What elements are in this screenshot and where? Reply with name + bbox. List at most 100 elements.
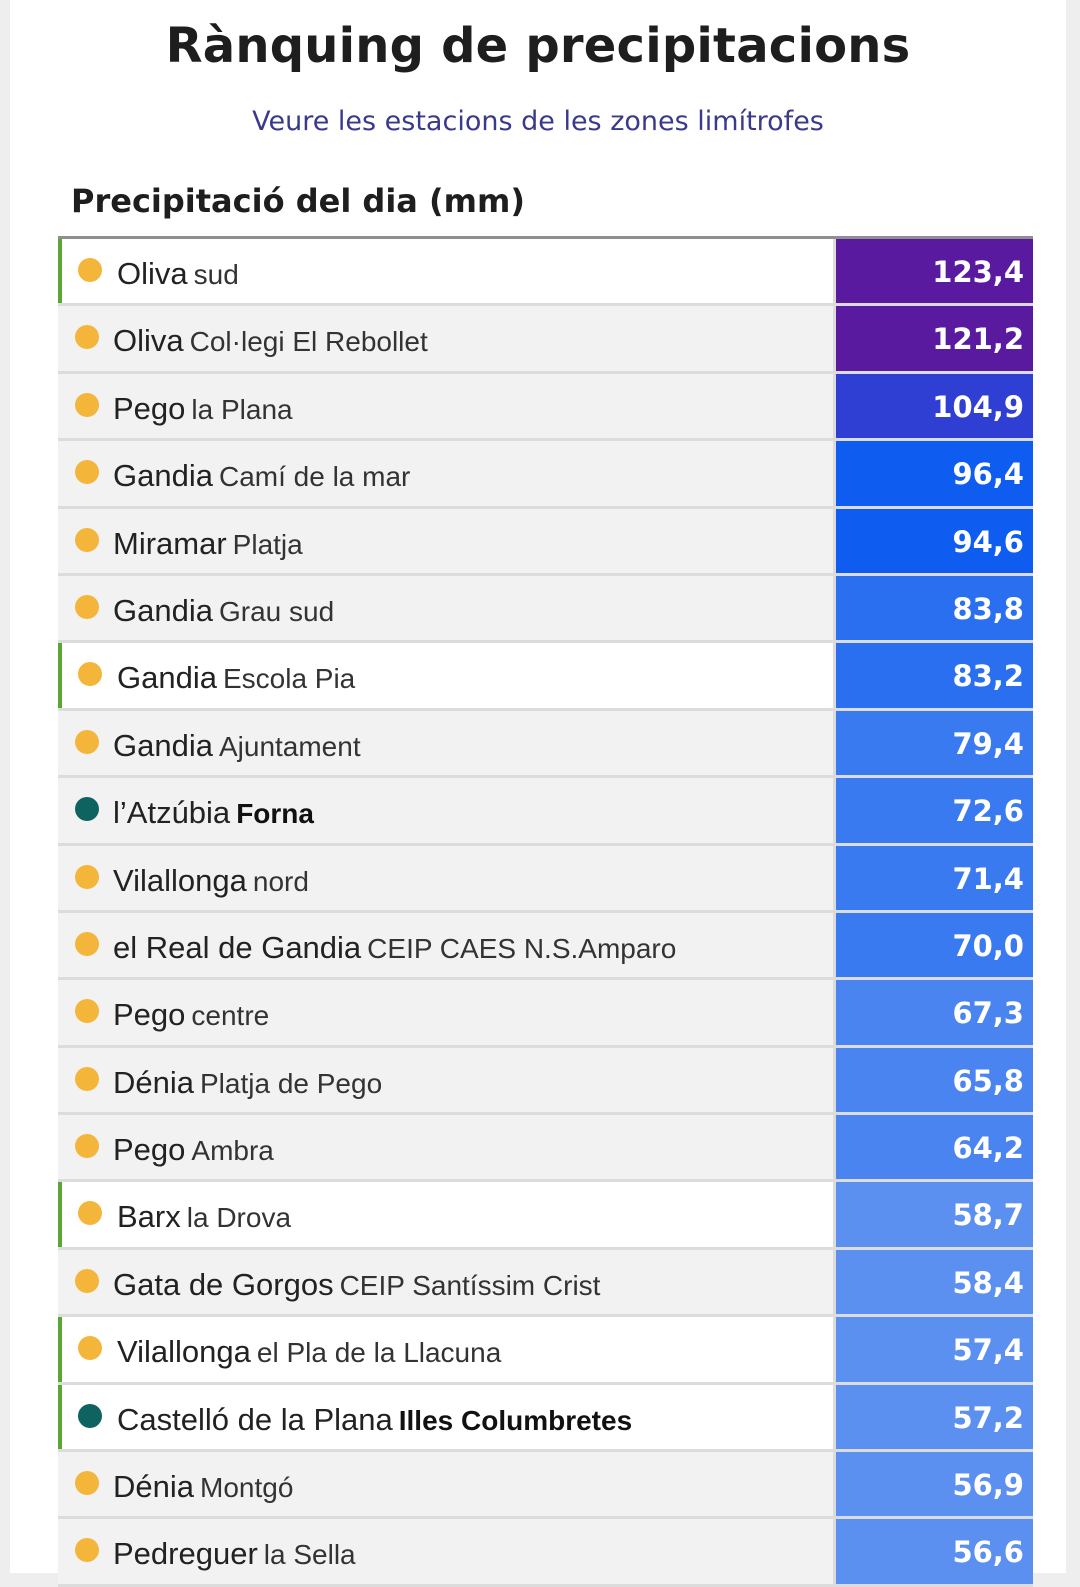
station-network-dot-orange-icon <box>75 527 99 552</box>
station-row[interactable]: Vilallonga el Pla de la Llacuna 57,4 <box>58 1317 1033 1385</box>
station-town: Oliva <box>113 323 184 359</box>
precipitation-value: 83,2 <box>836 643 1033 708</box>
station-place: Platja <box>232 528 303 560</box>
precipitation-value: 96,4 <box>836 441 1033 506</box>
station-network-dot-orange-icon <box>75 594 99 619</box>
station-name: Dénia Platja de Pego <box>113 1065 382 1101</box>
station-network-dot-orange-icon <box>75 999 99 1024</box>
ranking-table: Oliva sud 123,4 Oliva Col·legi El Rebollet 12… <box>58 236 1033 1587</box>
station-network-dot-teal-icon <box>75 797 99 822</box>
page-title: Rànquing de precipitacions <box>165 18 911 74</box>
station-place: la Sella <box>263 1539 356 1571</box>
station-row[interactable]: Dénia Platja de Pego 65,8 <box>58 1047 1033 1116</box>
precipitation-value: 58,4 <box>836 1249 1033 1315</box>
station-place: nord <box>252 865 309 897</box>
station-name: Gandia Camí de la mar <box>113 458 410 494</box>
station-name: Castelló de la Plana Illes Columbretes <box>117 1402 632 1438</box>
station-network-dot-orange-icon <box>78 662 102 687</box>
station-row[interactable]: Gandia Escola Pia 83,2 <box>58 643 1033 711</box>
station-network-dot-orange-icon <box>75 931 99 956</box>
station-place: centre <box>191 1000 270 1032</box>
station-row[interactable]: Dénia Montgó 56,9 <box>58 1452 1033 1520</box>
station-name: Vilallonga nord <box>113 863 309 899</box>
station-row[interactable]: Barx la Drova 58,7 <box>58 1182 1033 1250</box>
station-row[interactable]: Vilallonga nord 71,4 <box>58 845 1033 913</box>
station-network-dot-orange-icon <box>75 460 99 485</box>
station-town: Miramar <box>113 525 227 561</box>
station-cell: Dénia Platja de Pego <box>58 1047 836 1113</box>
station-cell: Gandia Ajuntament <box>58 710 836 776</box>
station-row[interactable]: Pego Ambra 64,2 <box>58 1115 1033 1183</box>
station-town: Barx <box>117 1199 181 1235</box>
station-row[interactable]: Gandia Ajuntament 79,4 <box>58 710 1033 779</box>
station-name: Gata de Gorgos CEIP Santíssim Crist <box>113 1267 600 1303</box>
station-row[interactable]: Pego la Plana 104,9 <box>58 373 1033 442</box>
neighbouring-zones-link[interactable]: Veure les estacions de les zones limítro… <box>10 106 1066 137</box>
station-town: Vilallonga <box>113 862 247 898</box>
station-row[interactable]: Gata de Gorgos CEIP Santíssim Crist 58,4 <box>58 1249 1033 1318</box>
station-name: el Real de Gandia CEIP CAES N.S.Amparo <box>113 930 676 966</box>
precipitation-value: 67,3 <box>836 980 1033 1045</box>
station-town: Dénia <box>113 1064 194 1100</box>
ranking-card: Rànquing de precipitacions Veure les est… <box>10 0 1066 1587</box>
station-name: Gandia Grau sud <box>113 593 334 629</box>
station-network-dot-orange-icon <box>75 1471 99 1496</box>
precipitation-value: 121,2 <box>836 306 1033 371</box>
station-town: Oliva <box>117 256 188 291</box>
station-network-dot-orange-icon <box>75 864 99 889</box>
station-cell: Barx la Drova <box>58 1182 836 1247</box>
station-place: CEIP CAES N.S.Amparo <box>367 932 677 964</box>
station-place: CEIP Santíssim Crist <box>339 1269 601 1301</box>
station-row[interactable]: Pego centre 67,3 <box>58 980 1033 1048</box>
station-cell: Gandia Camí de la mar <box>58 441 836 506</box>
precipitation-value: 79,4 <box>836 710 1033 776</box>
station-row[interactable]: Oliva Col·legi El Rebollet 121,2 <box>58 306 1033 374</box>
station-row[interactable]: Oliva sud 123,4 <box>58 239 1033 307</box>
station-cell: Pego la Plana <box>58 373 836 439</box>
station-row[interactable]: el Real de Gandia CEIP CAES N.S.Amparo 70,… <box>58 912 1033 981</box>
station-network-dot-teal-icon <box>78 1403 102 1428</box>
station-place: el Pla de la Llacuna <box>256 1337 502 1369</box>
station-cell: Miramar Platja <box>58 508 836 573</box>
station-place: Col·legi El Rebollet <box>189 326 428 358</box>
station-place: sud <box>193 259 239 290</box>
station-network-dot-orange-icon <box>75 392 99 417</box>
station-town: Castelló de la Plana <box>117 1401 393 1437</box>
station-row[interactable]: l’Atzúbia Forna 72,6 <box>58 778 1033 846</box>
station-town: el Real de Gandia <box>113 929 362 965</box>
station-name: Pego centre <box>113 997 269 1033</box>
station-network-dot-orange-icon <box>78 258 102 282</box>
station-row[interactable]: Gandia Camí de la mar 96,4 <box>58 441 1033 509</box>
precipitation-value: 104,9 <box>836 373 1033 439</box>
station-network-dot-orange-icon <box>75 1066 99 1091</box>
station-name: Oliva Col·legi El Rebollet <box>113 323 428 359</box>
precipitation-value: 57,4 <box>836 1317 1033 1382</box>
precipitation-value: 72,6 <box>836 778 1033 843</box>
station-cell: Pego Ambra <box>58 1115 836 1180</box>
station-town: Dénia <box>113 1469 194 1505</box>
station-cell: Gandia Grau sud <box>58 575 836 641</box>
precipitation-value: 65,8 <box>836 1047 1033 1113</box>
station-cell: Dénia Montgó <box>58 1452 836 1517</box>
station-town: Gandia <box>113 458 213 494</box>
station-place: Platja de Pego <box>200 1067 383 1099</box>
precipitation-value: 64,2 <box>836 1115 1033 1180</box>
station-network-dot-orange-icon <box>75 1134 99 1159</box>
station-network-dot-orange-icon <box>78 1201 102 1226</box>
station-row[interactable]: Castelló de la Plana Illes Columbretes 57,… <box>58 1384 1033 1453</box>
precipitation-value: 83,8 <box>836 575 1033 641</box>
station-row[interactable]: Miramar Platja 94,6 <box>58 508 1033 576</box>
station-row[interactable]: Pedreguer la Sella 56,6 <box>58 1519 1033 1587</box>
station-row[interactable]: Gandia Grau sud 83,8 <box>58 575 1033 644</box>
station-cell: Gandia Escola Pia <box>58 643 836 708</box>
station-cell: Oliva sud <box>58 239 836 304</box>
station-cell: Pedreguer la Sella <box>58 1519 836 1584</box>
precipitation-value: 56,9 <box>836 1452 1033 1517</box>
station-cell: Oliva Col·legi El Rebollet <box>58 306 836 371</box>
station-cell: Vilallonga nord <box>58 845 836 910</box>
station-cell: Gata de Gorgos CEIP Santíssim Crist <box>58 1249 836 1315</box>
station-network-dot-orange-icon <box>75 325 99 350</box>
station-town: l’Atzúbia <box>113 795 231 831</box>
station-place: Camí de la mar <box>218 461 411 493</box>
station-cell: el Real de Gandia CEIP CAES N.S.Amparo <box>58 912 836 978</box>
